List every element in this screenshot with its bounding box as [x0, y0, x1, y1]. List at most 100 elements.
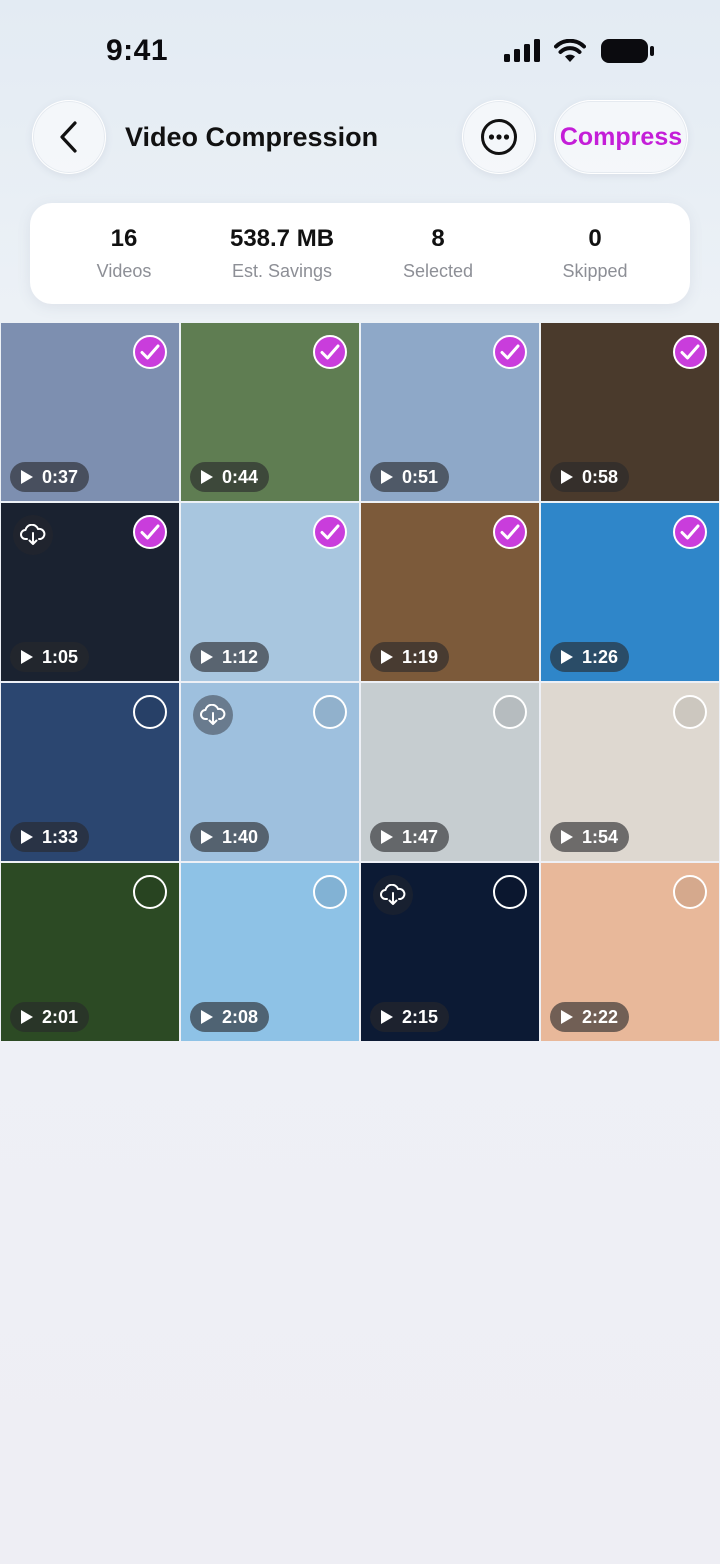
video-tile[interactable]: 1:26 — [541, 503, 719, 681]
duration-badge: 1:05 — [10, 642, 90, 672]
selection-circle[interactable] — [493, 875, 527, 909]
video-tile[interactable]: 1:05 — [1, 503, 179, 681]
more-options-button[interactable] — [462, 100, 536, 174]
play-icon — [381, 830, 393, 844]
duration-label: 1:12 — [222, 646, 259, 667]
video-tile[interactable]: 0:37 — [1, 323, 179, 501]
video-tile[interactable]: 0:58 — [541, 323, 719, 501]
video-tile[interactable]: 1:40 — [181, 683, 359, 861]
video-tile[interactable]: 1:19 — [361, 503, 539, 681]
stat-videos-label: Videos — [96, 261, 152, 281]
play-icon — [561, 470, 573, 484]
stat-selected-value: 8 — [431, 225, 445, 252]
duration-label: 1:33 — [42, 826, 79, 847]
duration-badge: 0:37 — [10, 462, 90, 492]
status-icons — [504, 38, 654, 64]
back-button[interactable] — [32, 100, 106, 174]
selection-circle[interactable] — [313, 695, 347, 729]
play-icon — [381, 1010, 393, 1024]
video-tile[interactable]: 2:15 — [361, 863, 539, 1041]
duration-label: 2:15 — [402, 1006, 439, 1027]
duration-label: 0:51 — [402, 466, 439, 487]
selected-checkmark-icon[interactable] — [673, 335, 707, 369]
duration-badge: 2:22 — [550, 1002, 630, 1032]
play-icon — [561, 830, 573, 844]
duration-badge: 1:19 — [370, 642, 450, 672]
play-icon — [381, 470, 393, 484]
selected-checkmark-icon[interactable] — [493, 335, 527, 369]
duration-badge: 1:26 — [550, 642, 630, 672]
video-tile[interactable]: 1:33 — [1, 683, 179, 861]
selection-circle[interactable] — [493, 695, 527, 729]
wifi-icon — [554, 39, 586, 62]
selection-circle[interactable] — [673, 695, 707, 729]
duration-label: 2:22 — [582, 1006, 619, 1027]
video-tile[interactable]: 1:12 — [181, 503, 359, 681]
video-tile[interactable]: 1:47 — [361, 683, 539, 861]
duration-label: 2:08 — [222, 1006, 259, 1027]
play-icon — [201, 470, 213, 484]
duration-badge: 1:40 — [190, 822, 270, 852]
video-tile[interactable]: 1:54 — [541, 683, 719, 861]
video-tile[interactable]: 2:08 — [181, 863, 359, 1041]
play-icon — [201, 650, 213, 664]
play-icon — [21, 470, 33, 484]
duration-badge: 2:08 — [190, 1002, 270, 1032]
stat-videos-value: 16 — [110, 225, 138, 252]
stat-videos: 16 Videos — [44, 225, 204, 282]
video-tile[interactable]: 0:51 — [361, 323, 539, 501]
duration-badge: 0:58 — [550, 462, 630, 492]
page-title: Video Compression — [125, 122, 379, 152]
stats-card: 16 Videos 538.7 MB Est. Savings 8 Select… — [30, 203, 690, 304]
play-icon — [561, 650, 573, 664]
duration-label: 2:01 — [42, 1006, 79, 1027]
selected-checkmark-icon[interactable] — [133, 335, 167, 369]
selected-checkmark-icon[interactable] — [493, 515, 527, 549]
duration-label: 0:58 — [582, 466, 619, 487]
video-grid: 0:37 0:44 0:51 0:58 1:05 1:12 1:19 1:26 … — [0, 323, 720, 1041]
play-icon — [21, 650, 33, 664]
cloud-download-icon — [13, 515, 53, 555]
stat-selected-label: Selected — [402, 261, 474, 281]
stat-savings-label: Est. Savings — [231, 261, 333, 281]
status-bar: 9:41 — [0, 0, 720, 100]
duration-label: 1:40 — [222, 826, 259, 847]
compress-button[interactable]: Compress — [554, 100, 688, 174]
duration-label: 0:37 — [42, 466, 79, 487]
stat-savings-value: 538.7 MB — [229, 225, 335, 252]
play-icon — [561, 1010, 573, 1024]
duration-label: 0:44 — [222, 466, 259, 487]
duration-label: 1:54 — [582, 826, 619, 847]
video-tile[interactable]: 2:22 — [541, 863, 719, 1041]
video-tile[interactable]: 2:01 — [1, 863, 179, 1041]
status-time: 9:41 — [106, 34, 169, 67]
duration-badge: 1:33 — [10, 822, 90, 852]
duration-badge: 2:01 — [10, 1002, 90, 1032]
duration-badge: 0:44 — [190, 462, 270, 492]
selection-circle[interactable] — [313, 875, 347, 909]
selected-checkmark-icon[interactable] — [673, 515, 707, 549]
cellular-signal-icon — [504, 39, 540, 62]
duration-label: 1:26 — [582, 646, 619, 667]
cloud-download-icon — [193, 695, 233, 735]
duration-badge: 0:51 — [370, 462, 450, 492]
stat-skipped-value: 0 — [588, 225, 602, 252]
duration-label: 1:47 — [402, 826, 439, 847]
selected-checkmark-icon[interactable] — [133, 515, 167, 549]
stat-skipped-label: Skipped — [562, 261, 628, 281]
selection-circle[interactable] — [133, 875, 167, 909]
duration-badge: 1:54 — [550, 822, 630, 852]
selected-checkmark-icon[interactable] — [313, 515, 347, 549]
selection-circle[interactable] — [133, 695, 167, 729]
duration-badge: 1:47 — [370, 822, 450, 852]
selection-circle[interactable] — [673, 875, 707, 909]
play-icon — [201, 830, 213, 844]
duration-badge: 1:12 — [190, 642, 270, 672]
video-tile[interactable]: 0:44 — [181, 323, 359, 501]
play-icon — [21, 830, 33, 844]
duration-badge: 2:15 — [370, 1002, 450, 1032]
stat-savings: 538.7 MB Est. Savings — [202, 225, 362, 282]
play-icon — [201, 1010, 213, 1024]
battery-icon — [601, 39, 654, 63]
selected-checkmark-icon[interactable] — [313, 335, 347, 369]
